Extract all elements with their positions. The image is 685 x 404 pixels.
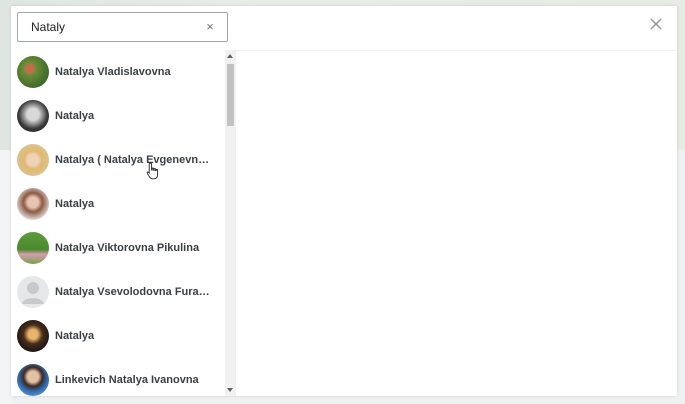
result-name: Natalya: [55, 330, 95, 342]
result-item[interactable]: Natalya: [11, 314, 225, 358]
result-name: Natalya ( Natalya Evgenevna Fo...: [55, 154, 215, 166]
close-icon[interactable]: [649, 17, 663, 31]
result-item[interactable]: Natalya Viktorovna Pikulina: [11, 226, 225, 270]
results-scrollbar[interactable]: [225, 50, 235, 396]
pane-divider: [235, 50, 236, 396]
scroll-thumb[interactable]: [227, 64, 234, 126]
avatar: [17, 100, 49, 132]
result-item[interactable]: Natalya: [11, 182, 225, 226]
results-list: Natalya Vladislavovna Natalya Natalya ( …: [11, 50, 225, 396]
search-input[interactable]: [31, 13, 191, 41]
result-item[interactable]: Linkevich Natalya Ivanovna: [11, 358, 225, 396]
avatar: [17, 320, 49, 352]
result-item[interactable]: Natalya Vsevolodovna Furashova: [11, 270, 225, 314]
scroll-up-arrow-icon[interactable]: [225, 52, 235, 60]
avatar: [17, 364, 49, 396]
scroll-down-arrow-icon[interactable]: [225, 386, 235, 394]
result-item[interactable]: Natalya Vladislavovna: [11, 50, 225, 94]
search-box: ×: [17, 12, 228, 42]
result-name: Natalya: [55, 198, 95, 210]
result-name: Natalya Vladislavovna: [55, 66, 171, 78]
avatar: [17, 144, 49, 176]
result-name: Natalya Viktorovna Pikulina: [55, 242, 200, 254]
avatar: [17, 56, 49, 88]
result-name: Natalya Vsevolodovna Furashova: [55, 286, 215, 298]
header-divider: [236, 50, 677, 51]
avatar: [17, 188, 49, 220]
default-user-icon: [17, 276, 49, 308]
hand-cursor-icon: [146, 162, 159, 180]
result-name: Linkevich Natalya Ivanovna: [55, 374, 199, 386]
search-modal: × Natalya Vladislavovna Natalya Natalya …: [11, 6, 677, 396]
result-item[interactable]: Natalya ( Natalya Evgenevna Fo...: [11, 138, 225, 182]
clear-search-button[interactable]: ×: [203, 20, 217, 34]
result-name: Natalya: [55, 110, 95, 122]
result-item[interactable]: Natalya: [11, 94, 225, 138]
avatar: [17, 232, 49, 264]
